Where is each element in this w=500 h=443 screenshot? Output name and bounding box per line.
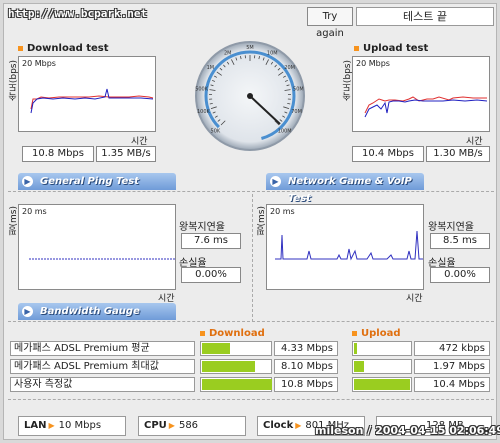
test-end-status: 테스트 끝: [356, 7, 494, 26]
bandwidth-upload-header: Upload: [352, 328, 400, 339]
ping-rtt: 7.6 ms: [181, 233, 241, 249]
gauge-mark-label: 500K: [195, 86, 209, 92]
section-divider: [8, 191, 494, 192]
upload-mbps: 10.4 Mbps: [352, 146, 424, 162]
bandwidth-row-label: 메가패스 ADSL Premium 평균: [10, 341, 195, 356]
try-again-button[interactable]: Try again: [307, 7, 353, 39]
triangle-icon: ▶: [168, 421, 175, 430]
download-title: Download test: [18, 43, 109, 54]
download-value: 10.8 Mbps: [274, 377, 338, 392]
upload-bar-fill: [354, 379, 410, 390]
bullet-icon: [200, 330, 205, 336]
game-loss: 0.00%: [430, 267, 490, 283]
bandwidth-row-label: 사용자 측정값: [10, 377, 195, 392]
gauge-mark-label: 10M: [267, 50, 278, 56]
top-bar: http://www.bcpark.net Try again 테스트 끝: [4, 4, 498, 39]
upload-value: 10.4 Mbps: [414, 377, 490, 392]
upload-title: Upload test: [354, 43, 428, 54]
download-value: 4.33 Mbps: [274, 341, 338, 356]
gauge-mark-label: 1M: [207, 65, 215, 71]
download-mbs: 1.35 MB/s: [96, 146, 156, 162]
download-bar-fill: [202, 343, 230, 354]
download-bar: [200, 341, 272, 356]
bullet-icon: [354, 45, 359, 51]
game-xlabel: 시간: [406, 294, 423, 304]
watermark: mileson / 2004-04-15 02:06:49: [315, 424, 500, 437]
gauge-hub: [247, 93, 253, 99]
game-rtt-label: 왕복지연율: [428, 222, 474, 233]
download-bar: [200, 359, 272, 374]
gauge-mark-label: 100M: [278, 129, 292, 135]
arrow-right-icon: ▶: [22, 306, 33, 317]
bullet-icon: [18, 45, 23, 51]
speed-gauge: 50K 100K 500K 1M 2M 5M 10M 20M 50M 70M 100M: [194, 40, 306, 152]
gauge-mark-label: 50M: [293, 86, 304, 92]
upload-bar-fill: [354, 343, 357, 354]
center-divider: [252, 194, 253, 322]
upload-value: 1.97 Mbps: [414, 359, 490, 374]
arrow-right-icon: ▶: [270, 176, 281, 187]
game-graph: 20 ms: [266, 204, 424, 290]
game-chart: [275, 230, 423, 261]
lan-info: LAN ▶ 10 Mbps: [18, 416, 126, 436]
download-graph: 20 Mbps: [18, 56, 156, 132]
section-divider: [8, 399, 494, 400]
gauge-mark-label: 5M: [246, 45, 254, 51]
ping-graph: 20 ms: [18, 204, 176, 290]
ping-loss: 0.00%: [181, 267, 241, 283]
upload-value: 472 kbps: [414, 341, 490, 356]
download-bar-fill: [202, 379, 272, 390]
upload-bar: [352, 341, 412, 356]
ping-rtt-label: 왕복지연율: [179, 222, 225, 233]
game-rtt: 8.5 ms: [430, 233, 490, 249]
download-bar-fill: [202, 361, 255, 372]
download-chart: [30, 88, 154, 114]
download-value: 8.10 Mbps: [274, 359, 338, 374]
arrow-right-icon: ▶: [22, 176, 33, 187]
upload-chart: [364, 96, 488, 118]
cpu-info: CPU ▶ 586: [138, 416, 246, 436]
gauge-dial: 50K 100K 500K 1M 2M 5M 10M 20M 50M 70M 100M: [195, 41, 305, 151]
upload-bar-fill: [354, 361, 365, 372]
section-divider: [8, 321, 494, 322]
gauge-mark-label: 2M: [224, 50, 232, 56]
bandwidth-banner: ▶ Bandwidth Gauge: [18, 303, 176, 320]
upload-bar: [352, 359, 412, 374]
gauge-mark-label: 50K: [211, 129, 221, 135]
site-url: http://www.bcpark.net: [8, 7, 148, 20]
game-voip-banner: ▶ Network Game & VoIP Test: [266, 173, 424, 204]
triangle-icon: ▶: [48, 421, 55, 430]
upload-bar: [352, 377, 412, 392]
download-mbps: 10.8 Mbps: [22, 146, 94, 162]
gauge-mark-label: 20M: [284, 65, 295, 71]
triangle-icon: ▶: [295, 421, 302, 430]
bullet-icon: [352, 330, 357, 336]
download-bar: [200, 377, 272, 392]
general-ping-banner: ▶ General Ping Test: [18, 173, 176, 190]
upload-mbs: 1.30 MB/s: [426, 146, 490, 162]
upload-graph: 20 Mbps: [352, 56, 490, 132]
ping-chart: [29, 258, 175, 260]
bandwidth-download-header: Download: [200, 328, 265, 339]
bandwidth-row-label: 메가패스 ADSL Premium 최대값: [10, 359, 195, 374]
gauge-mark-label: 100K: [197, 109, 211, 115]
speed-test-window: http://www.bcpark.net Try again 테스트 끝 Do…: [3, 3, 497, 440]
gauge-mark-label: 70M: [291, 109, 302, 115]
